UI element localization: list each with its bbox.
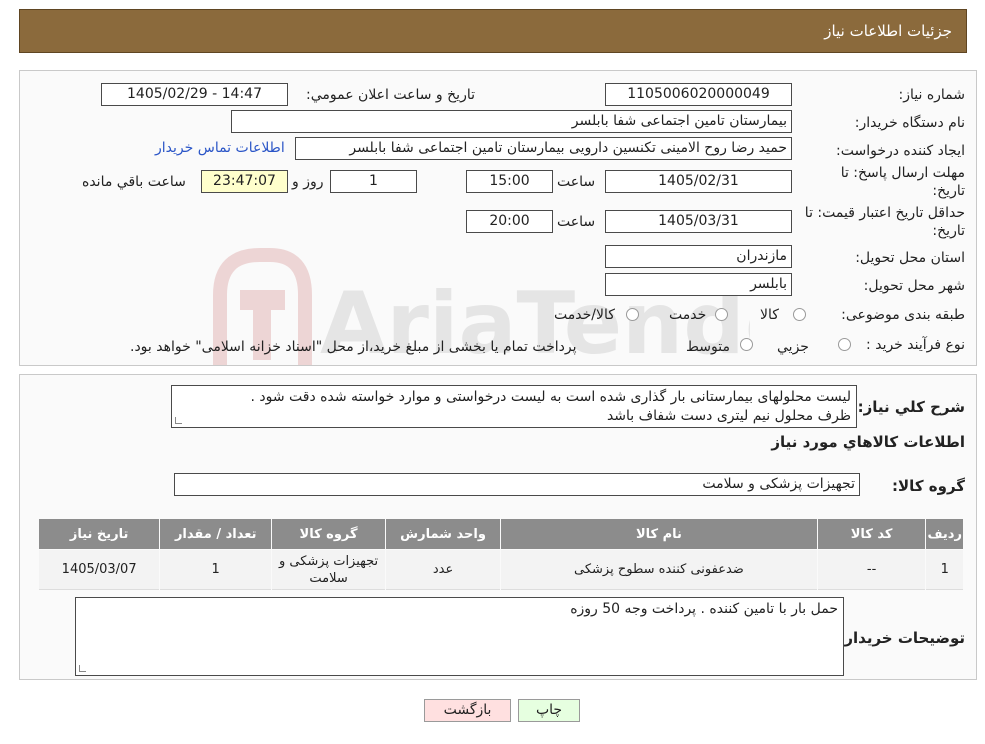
cell-goods-code: -- bbox=[817, 550, 926, 590]
province-field: مازندران bbox=[605, 245, 792, 268]
description-textarea[interactable]: لیست محلولهای بیمارستانی بار گذاری شده ا… bbox=[171, 385, 857, 428]
process-radio-minor[interactable] bbox=[838, 338, 851, 351]
col-row-number: ردیف bbox=[926, 519, 963, 549]
validity-date-field: 1405/03/31 bbox=[605, 210, 792, 233]
col-goods-code: کد کالا bbox=[817, 519, 926, 549]
resize-handle-icon[interactable] bbox=[79, 665, 86, 672]
cell-goods-name: ضدعفونی کننده سطوح پزشکی bbox=[501, 550, 817, 590]
buyer-contact-link[interactable]: اطلاعات تماس خریدار bbox=[155, 140, 285, 156]
city-field: بابلسر bbox=[605, 273, 792, 296]
category-option-service: خدمت bbox=[669, 307, 707, 323]
buyer-field: بیمارستان تامین اجتماعی شفا بابلسر bbox=[231, 110, 792, 133]
buyer-notes-label: توضیحات خریدار: bbox=[838, 629, 965, 647]
goods-group-field: تجهیزات پزشکی و سلامت bbox=[174, 473, 860, 496]
remaining-time-field: 23:47:07 bbox=[201, 170, 288, 193]
category-option-goods-service: کالا/خدمت bbox=[554, 307, 615, 323]
category-label: طبقه بندی موضوعی: bbox=[841, 307, 965, 323]
creator-field: حمید رضا روح الامینی تکنسین دارویی بیمار… bbox=[295, 137, 792, 160]
description-label: شرح کلي نیاز: bbox=[857, 398, 965, 416]
category-radio-goods[interactable] bbox=[793, 308, 806, 321]
validity-hour-label: ساعت bbox=[557, 214, 596, 230]
process-radio-medium[interactable] bbox=[740, 338, 753, 351]
print-button[interactable]: چاپ bbox=[518, 699, 580, 722]
validity-time-field: 20:00 bbox=[466, 210, 553, 233]
page-title: جزئیات اطلاعات نیاز bbox=[824, 22, 952, 40]
deadline-date-field: 1405/02/31 bbox=[605, 170, 792, 193]
description-line-2: ظرف محلول نیم لیتری دست شفاف باشد bbox=[606, 408, 851, 424]
table-row: 1405/03/07 1 تجهیزات پزشکی و سلامت عدد ض… bbox=[39, 550, 963, 590]
category-radio-service[interactable] bbox=[715, 308, 728, 321]
col-goods-name: نام کالا bbox=[501, 519, 817, 549]
need-number-label: شماره نیاز: bbox=[898, 87, 966, 103]
days-field: 1 bbox=[330, 170, 417, 193]
back-button[interactable]: بازگشت bbox=[424, 699, 511, 722]
validity-label-line1: حداقل تاریخ اعتبار قیمت: تا bbox=[804, 205, 965, 221]
goods-table: تاریخ نیاز تعداد / مقدار گروه کالا واحد … bbox=[38, 518, 964, 591]
remaining-label: ساعت باقي مانده bbox=[82, 174, 186, 190]
cell-unit: عدد bbox=[386, 550, 501, 590]
buyer-notes-text: حمل بار با تامین کننده . پرداخت وجه 50 ر… bbox=[570, 601, 838, 617]
announce-field: 1405/02/29 - 14:47 bbox=[101, 83, 288, 106]
col-goods-group: گروه کالا bbox=[272, 519, 386, 549]
deadline-time-field: 15:00 bbox=[466, 170, 553, 193]
category-radio-goods-service[interactable] bbox=[626, 308, 639, 321]
creator-label: ایجاد کننده درخواست: bbox=[836, 143, 965, 159]
col-unit: واحد شمارش bbox=[386, 519, 501, 549]
announce-label: تاریخ و ساعت اعلان عمومي: bbox=[306, 87, 475, 103]
goods-info-title: اطلاعات کالاهاي مورد نیاز bbox=[771, 433, 965, 451]
deadline-label-line1: مهلت ارسال پاسخ: تا bbox=[840, 165, 965, 181]
city-label: شهر محل تحویل: bbox=[863, 278, 965, 294]
cell-row-number: 1 bbox=[926, 550, 963, 590]
cell-goods-group: تجهیزات پزشکی و سلامت bbox=[272, 550, 386, 590]
page-header: جزئیات اطلاعات نیاز bbox=[19, 9, 967, 53]
deadline-hour-label: ساعت bbox=[557, 174, 596, 190]
cell-quantity: 1 bbox=[160, 550, 272, 590]
col-quantity: تعداد / مقدار bbox=[160, 519, 272, 549]
description-line-1: لیست محلولهای بیمارستانی بار گذاری شده ا… bbox=[250, 389, 851, 405]
province-label: استان محل تحویل: bbox=[855, 250, 965, 266]
days-label: روز و bbox=[292, 174, 324, 190]
process-option-minor: جزیي bbox=[777, 339, 809, 355]
resize-handle-icon[interactable] bbox=[175, 417, 182, 424]
cell-need-date: 1405/03/07 bbox=[39, 550, 160, 590]
validity-label-line2: تاریخ: bbox=[932, 223, 965, 239]
need-number-field: 1105006020000049 bbox=[605, 83, 792, 106]
process-option-medium: متوسط bbox=[686, 339, 730, 355]
buyer-label: نام دستگاه خریدار: bbox=[854, 115, 965, 131]
process-label: نوع فرآیند خرید : bbox=[866, 337, 965, 353]
buyer-notes-textarea[interactable]: حمل بار با تامین کننده . پرداخت وجه 50 ر… bbox=[75, 597, 844, 676]
category-option-goods: کالا bbox=[760, 307, 779, 323]
goods-group-label: گروه کالا: bbox=[892, 477, 965, 495]
table-header-row: تاریخ نیاز تعداد / مقدار گروه کالا واحد … bbox=[39, 519, 963, 549]
col-need-date: تاریخ نیاز bbox=[39, 519, 160, 549]
deadline-label-line2: تاریخ: bbox=[932, 183, 965, 199]
process-note: پرداخت تمام یا بخشی از مبلغ خرید،از محل … bbox=[130, 339, 577, 355]
